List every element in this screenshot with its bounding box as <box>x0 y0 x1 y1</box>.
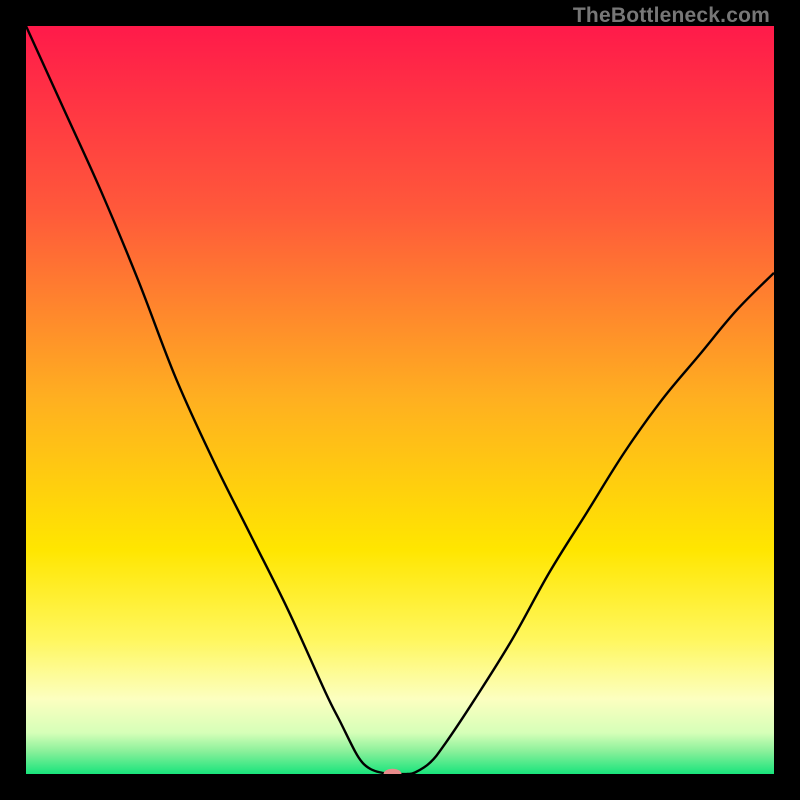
watermark-text: TheBottleneck.com <box>573 4 770 28</box>
chart-frame: TheBottleneck.com <box>0 0 800 800</box>
chart-plot <box>26 26 774 774</box>
